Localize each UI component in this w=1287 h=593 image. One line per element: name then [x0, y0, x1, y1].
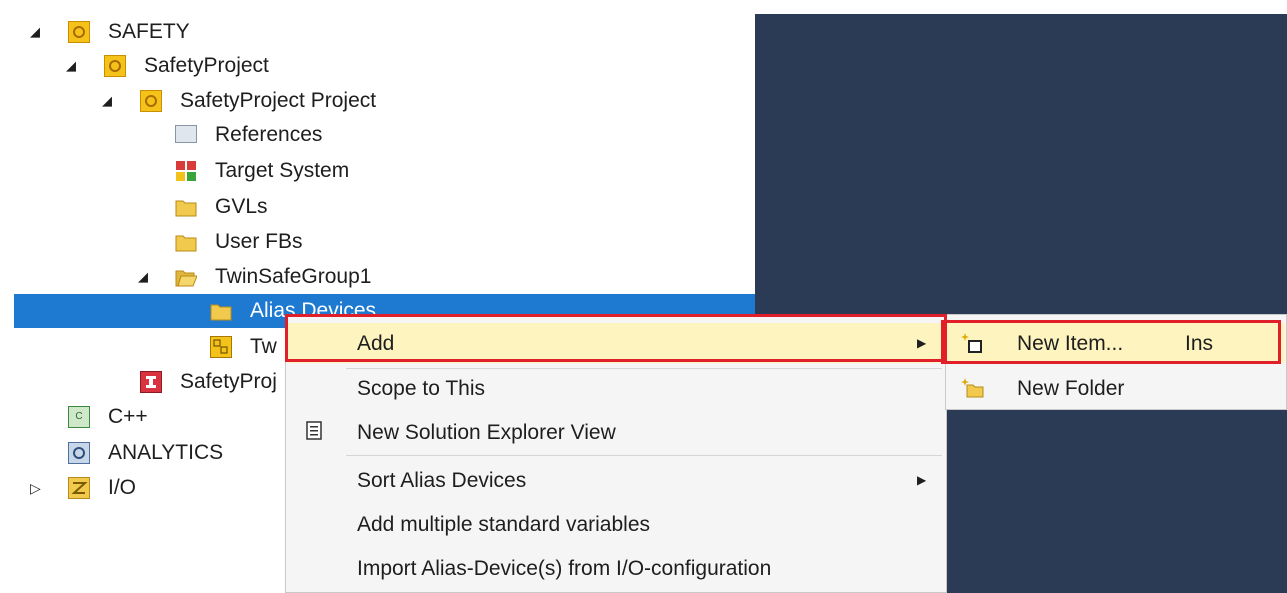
highlight-new-item	[941, 320, 1281, 364]
menu-item-label: New Solution Explorer View	[357, 421, 616, 444]
menu-item-label: Sort Alias Devices	[357, 469, 527, 492]
tree-item-safety[interactable]: ◢ SAFETY	[0, 14, 755, 50]
menu-item-label: Import Alias-Device(s) from I/O-configur…	[357, 557, 772, 580]
safety-gear-icon	[104, 55, 126, 77]
menu-separator	[346, 368, 942, 369]
expand-arrow-icon[interactable]: ◢	[138, 269, 148, 285]
tree-item-gvls[interactable]: GVLs	[0, 189, 755, 225]
safety-doc-icon	[140, 371, 162, 393]
menu-item-new-solution-explorer-view[interactable]: New Solution Explorer View	[287, 415, 945, 451]
tree-item-label: SafetyProj	[180, 370, 277, 393]
target-system-icon	[175, 160, 197, 182]
tree-item-label: Tw	[250, 335, 277, 358]
tree-item-target-system[interactable]: Target System	[0, 153, 755, 189]
tree-item-label: SafetyProject Project	[180, 89, 377, 112]
tree-item-safetyproject[interactable]: ◢ SafetyProject	[0, 48, 755, 84]
folder-open-icon	[175, 266, 198, 288]
safety-gear-icon	[68, 21, 90, 43]
menu-item-import-alias-devices[interactable]: Import Alias-Device(s) from I/O-configur…	[287, 551, 945, 587]
tree-item-label: SafetyProject	[144, 54, 269, 77]
menu-item-label: Scope to This	[357, 377, 486, 400]
tree-item-references[interactable]: References	[0, 117, 755, 153]
folder-icon	[210, 300, 232, 322]
expand-arrow-icon[interactable]: ◢	[66, 58, 76, 74]
menu-item-scope-to-this[interactable]: Scope to This	[287, 371, 945, 407]
tree-item-label: ANALYTICS	[108, 441, 224, 464]
menu-item-add-multiple-standard-variables[interactable]: Add multiple standard variables	[287, 507, 945, 543]
tree-item-user-fbs[interactable]: User FBs	[0, 224, 755, 260]
tree-item-label: User FBs	[215, 230, 303, 253]
menu-item-label: New Folder	[1017, 377, 1125, 400]
tree-item-label: TwinSafeGroup1	[215, 265, 372, 288]
highlight-add-item	[285, 314, 947, 362]
expand-arrow-icon[interactable]: ◢	[102, 93, 112, 109]
menu-separator	[346, 455, 942, 456]
submenu-arrow-icon: ▶	[917, 473, 927, 487]
tree-item-label: Target System	[215, 159, 350, 182]
tree-item-label: SAFETY	[108, 20, 190, 43]
folder-icon	[175, 196, 197, 218]
menu-item-new-folder[interactable]: New Folder	[947, 371, 1285, 407]
tree-item-label: C++	[108, 405, 148, 428]
io-icon	[68, 477, 90, 499]
safety-gear-icon	[140, 90, 162, 112]
cpp-icon: C	[68, 406, 90, 428]
tree-item-twinsafegroup1[interactable]: ◢ TwinSafeGroup1	[0, 259, 755, 295]
collapse-arrow-icon[interactable]: ▷	[30, 480, 41, 497]
folder-icon	[175, 231, 197, 253]
tree-item-safetyproject-project[interactable]: ◢ SafetyProject Project	[0, 83, 755, 119]
tree-item-label: GVLs	[215, 195, 268, 218]
menu-item-sort-alias-devices[interactable]: Sort Alias Devices ▶	[287, 463, 945, 499]
menu-item-label: Add multiple standard variables	[357, 513, 650, 536]
tree-item-label: I/O	[108, 476, 137, 499]
references-icon	[175, 125, 197, 143]
new-folder-icon	[961, 377, 985, 405]
tree-item-label: References	[215, 123, 323, 146]
expand-arrow-icon[interactable]: ◢	[30, 24, 40, 40]
solution-explorer-icon	[304, 421, 326, 449]
analytics-icon	[68, 442, 90, 464]
group-icon	[210, 336, 232, 358]
